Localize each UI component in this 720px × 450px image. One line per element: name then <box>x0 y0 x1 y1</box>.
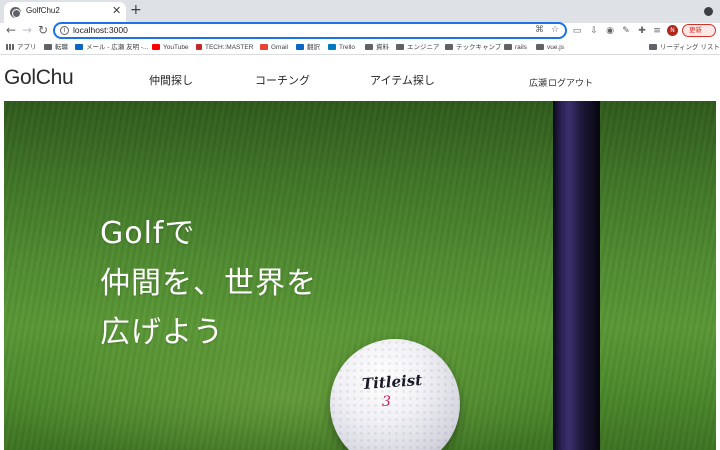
new-tab-icon[interactable]: + <box>130 3 142 18</box>
apps-grid-icon <box>6 44 14 50</box>
nav-find-friends[interactable]: 仲間探し <box>149 72 193 88</box>
browser-tab[interactable]: GolfChu2 ✕ <box>4 2 126 23</box>
gmail-icon <box>260 44 268 50</box>
reading-list-icon <box>649 44 657 50</box>
bookmark-star-icon[interactable]: ☆ <box>551 25 559 35</box>
folder-icon <box>504 44 512 50</box>
site-logo[interactable]: GolChu <box>4 66 74 90</box>
back-icon[interactable]: ← <box>6 24 16 37</box>
folder-icon <box>44 44 52 50</box>
ball-number: 3 <box>382 394 391 410</box>
extensions-icon[interactable]: ✚ <box>637 26 647 36</box>
folder-icon <box>445 44 453 50</box>
reading-list-button[interactable]: リーディング リスト <box>649 42 720 53</box>
hero-headline-line-2: 仲間を、世界を <box>100 266 317 301</box>
bookmark-rails[interactable]: rails <box>504 42 527 53</box>
update-button[interactable]: 更新 <box>682 24 716 37</box>
folder-icon <box>536 44 544 50</box>
forward-icon[interactable]: → <box>22 24 32 37</box>
extension-download-icon[interactable]: ⇩ <box>589 26 599 36</box>
user-name: 広瀬 <box>529 79 548 89</box>
folder-icon <box>396 44 404 50</box>
bookmark-tenshoku[interactable]: 転職 <box>44 42 68 53</box>
youtube-icon <box>152 44 160 50</box>
bookmark-apps[interactable]: アプリ <box>6 42 37 53</box>
trello-icon <box>328 44 336 50</box>
close-tab-icon[interactable]: ✕ <box>112 5 121 17</box>
flag-pole <box>553 101 600 450</box>
bookmarks-bar: アプリ 転職 メール - 広瀬 友明 -... YouTube TECH::MA… <box>0 39 720 55</box>
camera-icon[interactable]: ◉ <box>605 26 615 36</box>
outlook-icon <box>75 44 83 50</box>
bookmark-gmail[interactable]: Gmail <box>260 42 288 53</box>
translate-icon <box>296 44 304 50</box>
bookmark-youtube[interactable]: YouTube <box>152 42 189 53</box>
address-bar[interactable]: i localhost:3000 ⌘ ☆ <box>53 22 567 39</box>
reading-mode-icon[interactable]: ≡ <box>652 26 662 36</box>
site-header: GolChu 仲間探し コーチング アイテム探し 広瀬 ログアウト <box>0 56 720 101</box>
hero-headline-line-1: Golfで <box>100 216 196 251</box>
globe-icon <box>10 7 21 18</box>
eyedropper-icon[interactable]: ✎ <box>621 26 631 36</box>
reload-icon[interactable]: ↻ <box>38 24 48 37</box>
bookmark-mail[interactable]: メール - 広瀬 友明 -... <box>75 42 148 53</box>
nav-coaching[interactable]: コーチング <box>255 72 310 88</box>
translate-page-icon[interactable]: ⌘ <box>535 25 544 35</box>
bookmark-trello[interactable]: Trello <box>328 42 355 53</box>
tab-title: GolfChu2 <box>26 6 60 15</box>
folder-icon <box>365 44 373 50</box>
site-info-icon[interactable]: i <box>60 26 69 35</box>
cast-icon[interactable]: ▭ <box>572 26 582 36</box>
nav-find-items[interactable]: アイテム探し <box>370 72 435 88</box>
window-menu-icon[interactable] <box>704 7 713 16</box>
bookmark-shiryo[interactable]: 資料 <box>365 42 389 53</box>
logout-link[interactable]: ログアウト <box>548 76 593 89</box>
bookmark-translate[interactable]: 翻訳 <box>296 42 320 53</box>
bookmark-engineer[interactable]: エンジニア <box>396 42 440 53</box>
bookmark-techcamp[interactable]: テックキャンプ <box>445 42 501 53</box>
tab-strip: GolfChu2 ✕ + <box>0 0 720 23</box>
hero-image: Titleist 3 Golfで 仲間を、世界を 広げよう <box>4 101 716 450</box>
bookmark-techmaster[interactable]: TECH::MASTER <box>196 42 253 53</box>
profile-avatar[interactable]: N <box>667 25 678 36</box>
url-text: localhost:3000 <box>73 25 128 35</box>
hero-headline-line-3: 広げよう <box>100 315 224 350</box>
techmaster-icon <box>196 44 202 50</box>
bookmark-vuejs[interactable]: vue.js <box>536 42 564 53</box>
